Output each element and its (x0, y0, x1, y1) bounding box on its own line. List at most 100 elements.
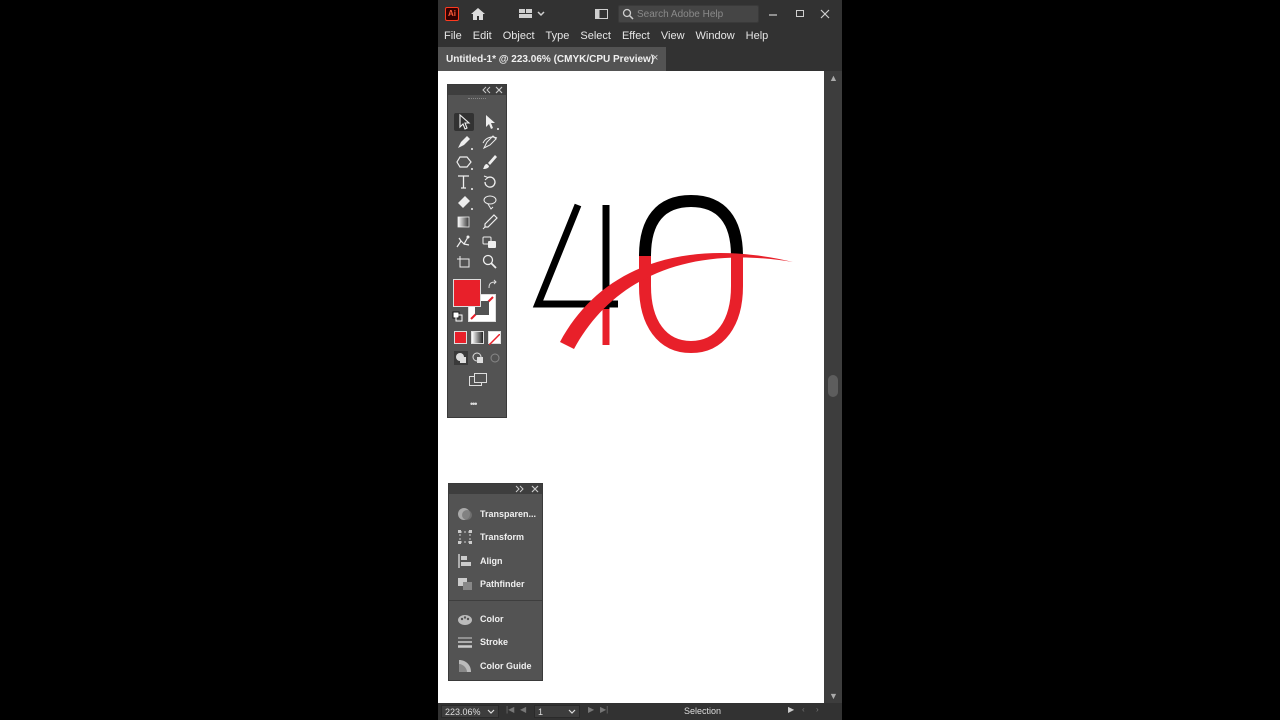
draw-behind-icon[interactable] (471, 351, 485, 365)
color-mode-button[interactable] (454, 331, 467, 344)
collapse-icon[interactable] (481, 86, 491, 94)
menu-bar: File Edit Object Type Select Effect View… (438, 27, 842, 45)
selection-tool-icon[interactable] (454, 113, 474, 131)
scroll-down-icon[interactable]: ▼ (829, 691, 838, 701)
illustrator-window: Ai File Edit Object Type Select Effect (438, 0, 842, 720)
curvature-tool-icon[interactable] (480, 133, 500, 151)
scroll-right-icon[interactable]: › (816, 705, 819, 714)
gradient-tool-icon[interactable] (454, 213, 474, 231)
transparency-icon (458, 508, 472, 520)
close-icon[interactable] (818, 5, 832, 23)
zoom-level-value: 223.06% (445, 707, 481, 717)
pathfinder-icon (458, 578, 472, 590)
panel-color[interactable]: Color (457, 610, 541, 628)
previous-artboard-icon[interactable]: ◀ (520, 705, 526, 714)
panel-pathfinder[interactable]: Pathfinder (457, 575, 541, 593)
expand-icon[interactable] (515, 485, 525, 493)
draw-normal-icon[interactable] (454, 351, 468, 365)
tools-panel: ••• (447, 84, 507, 418)
gradient-mode-button[interactable] (471, 331, 484, 344)
polygon-tool-icon[interactable] (454, 153, 474, 171)
type-tool-icon[interactable] (454, 173, 474, 191)
rotate-tool-icon[interactable] (480, 173, 500, 191)
none-mode-button[interactable] (488, 331, 501, 346)
close-icon[interactable] (495, 86, 503, 94)
red-four-stem[interactable] (602, 309, 610, 345)
document-tab[interactable]: Untitled-1* @ 223.06% (CMYK/CPU Preview)… (438, 47, 666, 71)
menu-type[interactable]: Type (546, 30, 570, 42)
close-icon[interactable] (531, 485, 539, 493)
illustrator-logo-icon: Ai (445, 7, 459, 21)
direct-selection-tool-icon[interactable] (480, 113, 500, 131)
color-palette-icon (458, 615, 472, 625)
draw-inside-icon[interactable] (488, 351, 502, 365)
chevron-down-icon (487, 709, 495, 714)
status-menu-icon[interactable]: ▶ (788, 705, 794, 714)
swap-fill-stroke-icon[interactable] (487, 279, 499, 291)
change-screen-mode-icon[interactable] (468, 372, 488, 388)
menu-file[interactable]: File (444, 30, 462, 42)
panel-align[interactable]: Align (457, 552, 541, 570)
menu-edit[interactable]: Edit (473, 30, 492, 42)
scroll-up-icon[interactable]: ▲ (829, 73, 838, 83)
status-bar: 223.06% |◀ ◀ 1 ▶ ▶| Selection ▶ ‹ › (438, 703, 842, 720)
zoom-level-dropdown[interactable]: 223.06% (441, 705, 499, 718)
menu-help[interactable]: Help (746, 30, 769, 42)
align-icon (458, 554, 471, 568)
current-tool-status[interactable]: Selection (684, 706, 721, 716)
lasso-tool-icon[interactable] (480, 193, 500, 211)
menu-window[interactable]: Window (696, 30, 735, 42)
zoom-tool-icon[interactable] (480, 253, 500, 271)
panel-dock-header[interactable] (449, 484, 542, 494)
tools-panel-header[interactable] (448, 85, 506, 95)
collapsed-panels-dock: Transparen... Transform Align Pathfinder… (448, 483, 543, 681)
menu-select[interactable]: Select (580, 30, 611, 42)
title-bar: Ai (438, 0, 842, 27)
last-artboard-icon[interactable]: ▶| (600, 705, 608, 714)
scroll-left-icon[interactable]: ‹ (802, 705, 805, 714)
artboard-number-dropdown[interactable]: 1 (534, 705, 580, 718)
eyedropper-tool-icon[interactable] (480, 213, 500, 231)
panel-label: Color (480, 614, 504, 624)
panel-transform[interactable]: Transform (457, 528, 541, 546)
next-artboard-icon[interactable]: ▶ (588, 705, 594, 714)
panel-label: Color Guide (480, 661, 532, 671)
scroll-thumb[interactable] (828, 375, 838, 397)
panel-transparency[interactable]: Transparen... (457, 505, 541, 523)
paintbrush-tool-icon[interactable] (480, 153, 500, 171)
artboard-number-value: 1 (538, 707, 544, 717)
search-field[interactable] (618, 5, 759, 23)
panel-label: Stroke (480, 637, 509, 647)
first-artboard-icon[interactable]: |◀ (506, 705, 514, 714)
symbol-sprayer-tool-icon[interactable] (480, 233, 500, 251)
edit-toolbar-button[interactable]: ••• (470, 399, 478, 409)
color-guide-icon (459, 660, 471, 672)
home-icon[interactable] (469, 5, 487, 23)
panel-stroke[interactable]: Stroke (457, 633, 541, 651)
grip-handle[interactable] (468, 98, 486, 100)
panel-divider (449, 600, 542, 601)
transform-icon (458, 530, 472, 544)
search-input[interactable] (637, 6, 755, 22)
menu-effect[interactable]: Effect (622, 30, 650, 42)
red-swoosh[interactable] (560, 253, 793, 349)
puppet-warp-tool-icon[interactable] (454, 233, 474, 251)
arrange-documents-icon[interactable] (594, 5, 610, 23)
menu-object[interactable]: Object (503, 30, 535, 42)
artboard-tool-icon[interactable] (454, 253, 474, 271)
document-tab-close-button[interactable]: × (652, 52, 658, 64)
menu-view[interactable]: View (661, 30, 685, 42)
maximize-icon[interactable] (793, 5, 807, 23)
document-tab-bar: Untitled-1* @ 223.06% (CMYK/CPU Preview)… (438, 45, 842, 71)
vertical-scrollbar[interactable]: ▲ ▼ (824, 71, 842, 703)
panel-label: Pathfinder (480, 579, 525, 589)
minimize-icon[interactable] (766, 5, 780, 23)
fill-swatch-front[interactable] (453, 279, 481, 307)
default-fill-stroke-icon[interactable] (452, 311, 464, 323)
workspace-switcher-icon[interactable] (518, 5, 548, 23)
panel-color-guide[interactable]: Color Guide (457, 657, 541, 675)
black-digit-zero-top[interactable] (639, 194, 743, 257)
document-tab-label: Untitled-1* @ 223.06% (CMYK/CPU Preview) (446, 54, 655, 65)
eraser-tool-icon[interactable] (454, 193, 474, 211)
pen-tool-icon[interactable] (454, 133, 474, 151)
